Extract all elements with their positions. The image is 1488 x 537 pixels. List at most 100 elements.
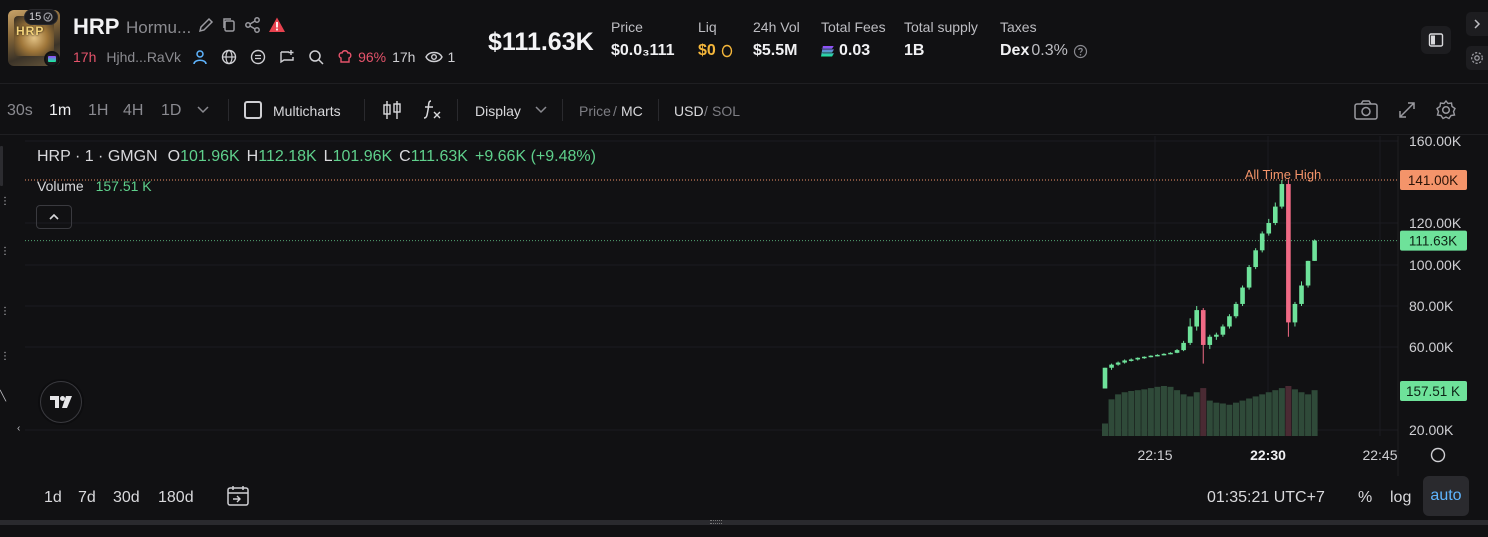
candle-body <box>1128 359 1134 361</box>
stat-taxes-prefix: Dex <box>1000 42 1030 59</box>
volume-bar <box>1200 388 1207 436</box>
usd-toggle[interactable]: USD <box>674 103 704 119</box>
collapse-legend-button[interactable] <box>36 205 72 229</box>
market-cap-price: $111.63K <box>488 28 594 56</box>
viewer-count: 1 <box>447 49 456 65</box>
price-mode-toggle[interactable]: Price <box>579 103 611 119</box>
range-7d[interactable]: 7d <box>78 489 96 507</box>
currency-separator: / <box>704 103 708 119</box>
tool-active-indicator <box>0 146 3 186</box>
volume-bar <box>1285 386 1292 436</box>
tool-fib-icon[interactable]: ⋮ <box>0 246 10 258</box>
settings-gear-icon[interactable] <box>1435 99 1457 121</box>
timeframe-1h[interactable]: 1H <box>88 102 108 120</box>
candle-body <box>1246 267 1252 288</box>
fullscreen-icon[interactable] <box>1397 100 1417 120</box>
volume-legend: Volume 157.51 K <box>37 178 152 194</box>
candlestick-icon[interactable] <box>381 100 403 120</box>
stat-volume-value: $5.5M <box>753 42 798 59</box>
share-icon[interactable] <box>244 16 262 34</box>
token-header: HRP 15 HRP Hormu... 17h Hjhd...RaVk 96% … <box>0 0 1488 84</box>
legend-change: +9.66K (+9.48%) <box>474 148 596 165</box>
range-180d[interactable]: 180d <box>158 489 194 507</box>
y-axis-tick-label: 60.00K <box>1409 339 1454 355</box>
coin-icon <box>721 44 732 58</box>
stat-supply-value: 1B <box>904 42 925 59</box>
log-scale-button[interactable]: log <box>1390 489 1411 507</box>
resize-grip-icon[interactable] <box>710 520 722 524</box>
volume-bar <box>1278 388 1285 436</box>
candle-body <box>1135 357 1141 360</box>
timeframe-1m[interactable]: 1m <box>49 102 71 120</box>
message-add-icon[interactable] <box>278 48 296 66</box>
calendar-goto-icon[interactable] <box>226 484 250 508</box>
timeframe-dropdown-icon[interactable] <box>196 105 210 115</box>
tool-ruler-icon[interactable]: ╲ <box>0 391 10 403</box>
tool-text-icon[interactable]: ⋮ <box>0 306 10 318</box>
mc-mode-toggle[interactable]: MC <box>621 103 643 119</box>
edit-icon[interactable] <box>197 16 215 34</box>
help-icon[interactable] <box>1073 44 1088 59</box>
expand-sidebar-button[interactable] <box>1466 12 1488 36</box>
chart-bottom-bar: 1d 7d 30d 180d 01:35:21 UTC+7 % log auto <box>0 476 1488 520</box>
copy-icon[interactable] <box>220 16 238 34</box>
rank-badge: 15 <box>24 9 59 25</box>
search-icon[interactable] <box>307 48 325 66</box>
panel-layout-button[interactable] <box>1421 26 1451 54</box>
volume-bar <box>1265 392 1272 436</box>
candle-body <box>1240 287 1245 304</box>
timeframe-30s[interactable]: 30s <box>7 102 33 120</box>
price-chart[interactable]: 160.00K 120.00K 100.00K 80.00K 60.00K 20.00K 2… <box>0 136 1488 476</box>
warning-icon[interactable] <box>268 16 286 34</box>
volume-bar <box>1141 389 1148 436</box>
multicharts-label[interactable]: Multicharts <box>273 103 341 119</box>
creator-address[interactable]: Hjhd...RaVk <box>106 49 181 65</box>
stat-liq-value-row: $0 <box>698 42 733 60</box>
chevron-down-icon[interactable] <box>534 105 548 115</box>
ohlc-legend: HRP · 1 · GMGN O 101.96K H 112.18K L 101… <box>37 148 596 166</box>
camera-icon[interactable] <box>1353 99 1379 121</box>
solana-icon <box>821 45 834 57</box>
volume-bar <box>1239 400 1246 436</box>
indicators-icon[interactable] <box>421 99 443 121</box>
volume-label[interactable]: Volume <box>37 178 84 194</box>
tradingview-logo[interactable] <box>40 381 82 423</box>
volume-bar <box>1187 396 1194 436</box>
token-symbol: HRP <box>73 14 120 39</box>
chart-toolbar: 30s 1m 1H 4H 1D Multicharts Display Pric… <box>0 85 1488 135</box>
range-1d[interactable]: 1d <box>44 489 62 507</box>
drawing-tools-strip: ⋮ ⋮ ⋮ ⋮ ╲ ‹ <box>0 136 20 476</box>
clock-timezone[interactable]: 01:35:21 UTC+7 <box>1207 489 1325 507</box>
stat-supply: Total supply 1B <box>904 19 978 60</box>
auto-scale-button[interactable]: auto <box>1423 476 1469 516</box>
sol-toggle[interactable]: SOL <box>712 103 740 119</box>
tool-brush-icon[interactable]: ⋮ <box>0 351 10 363</box>
chat-icon[interactable] <box>249 48 267 66</box>
volume-bar <box>1174 390 1181 436</box>
globe-icon[interactable] <box>220 48 238 66</box>
tool-line-icon[interactable]: ⋮ <box>0 196 10 208</box>
percent-scale-button[interactable]: % <box>1358 489 1372 507</box>
candle-body <box>1102 367 1108 389</box>
candle-body <box>1233 303 1239 317</box>
candle-body <box>1122 360 1127 363</box>
legend-title[interactable]: HRP · 1 · GMGN <box>37 148 158 166</box>
display-menu[interactable]: Display <box>475 103 521 119</box>
chart-area[interactable]: 160.00K 120.00K 100.00K 80.00K 60.00K 20.00K 2… <box>0 136 1488 476</box>
collapse-tools-icon[interactable]: ‹ <box>17 423 27 435</box>
candle-body <box>1168 352 1173 355</box>
timeframe-4h[interactable]: 4H <box>123 102 143 120</box>
sidebar-settings-button[interactable] <box>1466 46 1488 70</box>
stat-taxes: Taxes Dex 0.3% <box>1000 19 1088 60</box>
volume-bar <box>1259 394 1266 436</box>
range-30d[interactable]: 30d <box>113 489 140 507</box>
legend-low-label: L <box>323 148 333 165</box>
candle-body <box>1214 334 1219 337</box>
timeframe-1d[interactable]: 1D <box>161 102 181 120</box>
volume-bar <box>1102 423 1108 436</box>
chevron-right-icon <box>1474 19 1481 29</box>
multicharts-checkbox[interactable] <box>244 101 262 119</box>
user-icon[interactable] <box>191 48 209 66</box>
panel-resize-handle[interactable] <box>0 520 1488 525</box>
legend-open: 101.96K <box>180 148 240 165</box>
